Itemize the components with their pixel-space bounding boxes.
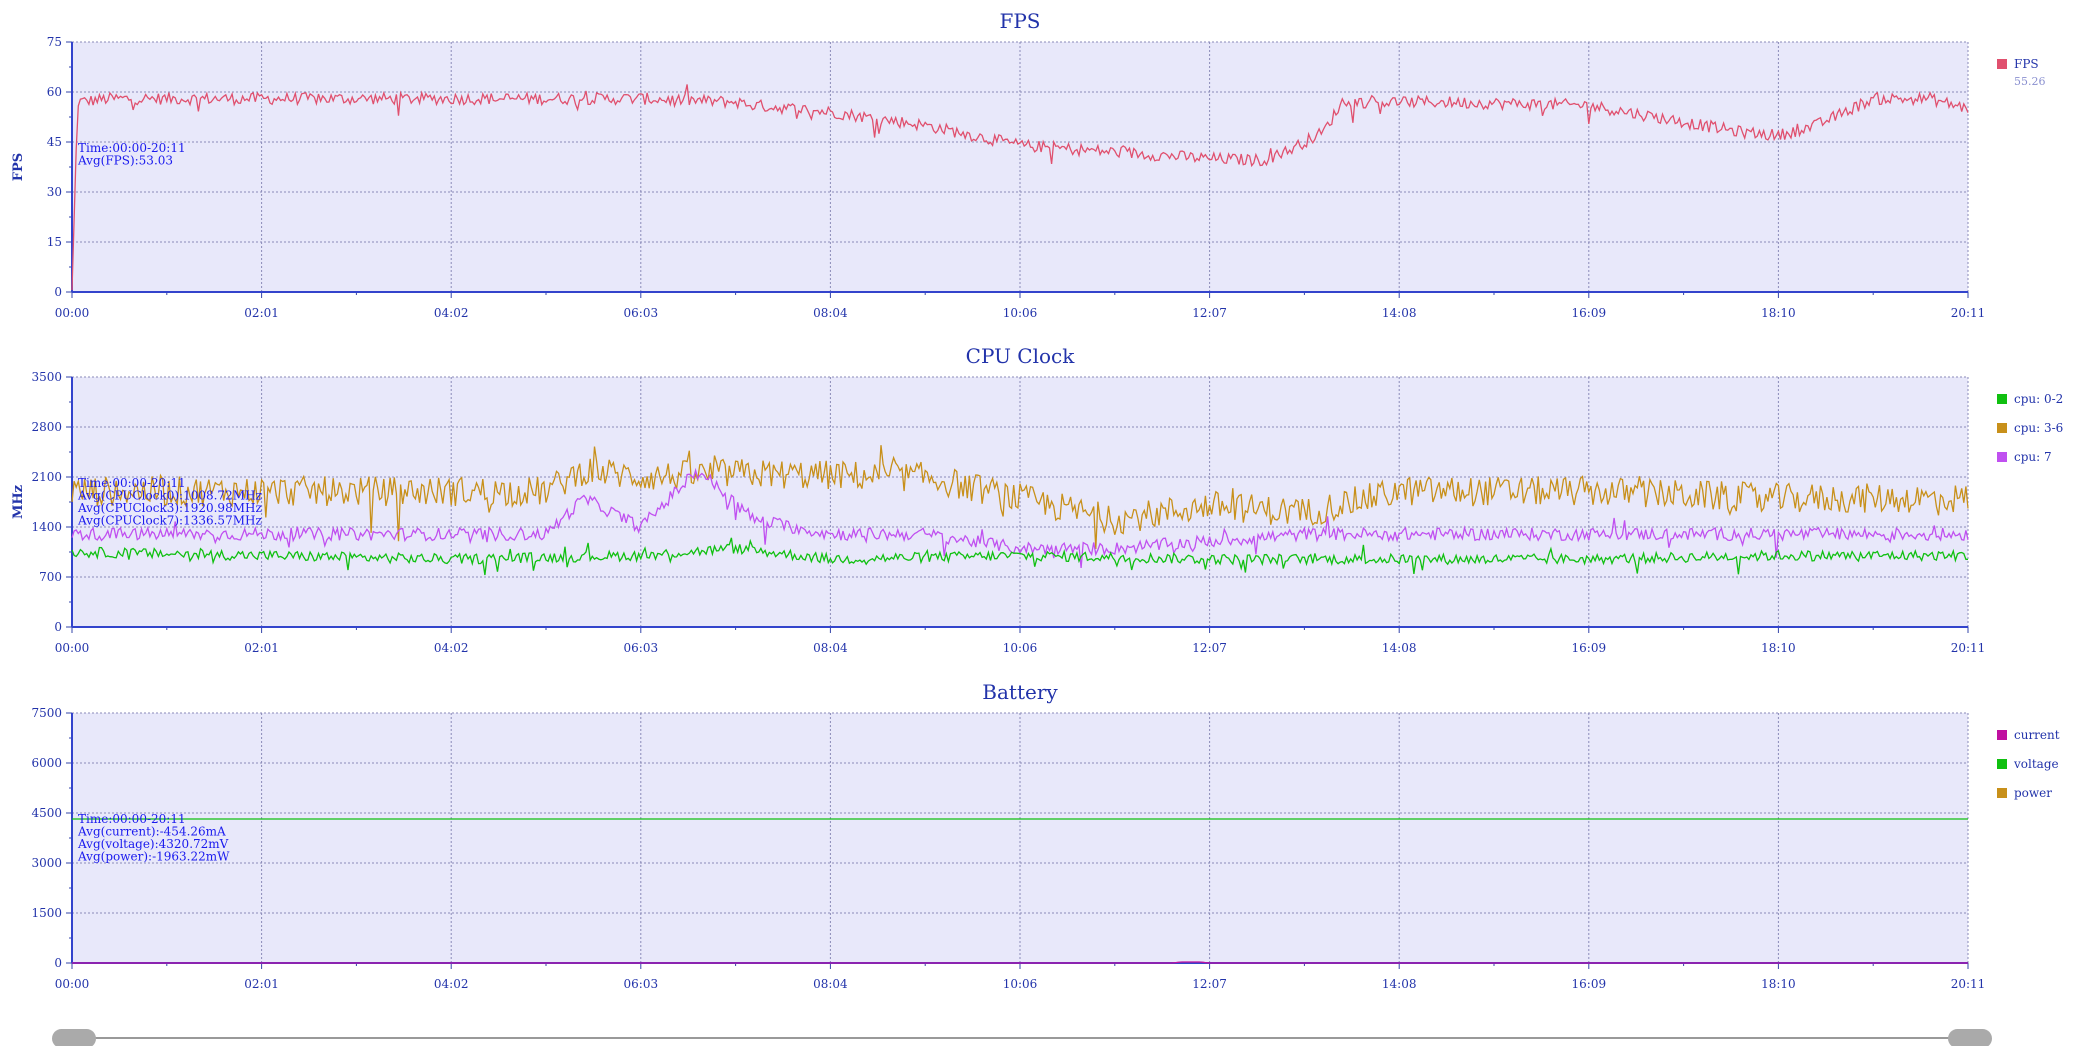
x-tick-label: 12:07	[1192, 977, 1227, 991]
legend-label[interactable]: current	[2014, 728, 2060, 742]
y-axis-label: FPS	[11, 153, 26, 181]
range-slider[interactable]	[52, 1029, 1992, 1046]
x-tick-label: 02:01	[244, 977, 279, 991]
x-tick-label: 12:07	[1192, 641, 1227, 655]
x-tick-label: 12:07	[1192, 306, 1227, 320]
legend-swatch[interactable]	[1997, 452, 2007, 462]
x-tick-label: 00:00	[55, 977, 90, 991]
x-tick-label: 00:00	[55, 641, 90, 655]
chart-3: Battery 0 1500 3000 4500 6000 7500 00:00 02:01 04…	[31, 680, 2059, 991]
legend-swatch[interactable]	[1997, 730, 2007, 740]
dashboard-charts: FPS 0 15 30 45 60 75 00:00 02:01 04:02 06:03 08:04 1…	[11, 9, 2063, 1046]
x-tick-label: 00:00	[55, 306, 90, 320]
legend-swatch[interactable]	[1997, 423, 2007, 433]
x-tick-label: 02:01	[244, 641, 279, 655]
x-tick-label: 06:03	[624, 977, 659, 991]
x-tick-label: 04:02	[434, 306, 469, 320]
legend-swatch[interactable]	[1997, 759, 2007, 769]
drag-handle-end[interactable]	[1948, 1029, 1992, 1046]
x-tick-label: 10:06	[1003, 977, 1038, 991]
stats-line: Avg(FPS):53.03	[77, 154, 173, 168]
x-tick-label: 10:06	[1003, 306, 1038, 320]
x-tick-label: 14:08	[1382, 641, 1417, 655]
y-tick-label: 1500	[31, 906, 62, 920]
legend-label[interactable]: power	[2014, 786, 2052, 800]
legend-label[interactable]: cpu: 3-6	[2014, 421, 2063, 435]
x-tick-label: 10:06	[1003, 641, 1038, 655]
y-tick-label: 1400	[31, 520, 62, 534]
y-tick-label: 75	[47, 35, 62, 49]
legend-label[interactable]: FPS	[2014, 57, 2039, 71]
x-tick-label: 06:03	[624, 306, 659, 320]
y-axis-label: MHz	[11, 485, 26, 519]
stats-line: Avg(CPUClock7):1336.57MHz	[77, 514, 262, 528]
chart-2: CPU Clock 0 700 1400 2100 2800 3500 00:00 02:01 0…	[11, 344, 2063, 655]
legend-swatch[interactable]	[1997, 394, 2007, 404]
y-tick-label: 0	[54, 956, 62, 970]
y-tick-label: 4500	[31, 806, 62, 820]
legend-label[interactable]: cpu: 7	[2014, 450, 2052, 464]
x-tick-label: 16:09	[1572, 306, 1607, 320]
y-tick-label: 2100	[31, 470, 62, 484]
x-tick-label: 18:10	[1761, 977, 1796, 991]
chart-title: FPS	[999, 9, 1040, 33]
x-tick-label: 02:01	[244, 306, 279, 320]
x-tick-label: 08:04	[813, 641, 848, 655]
legend-label[interactable]: cpu: 0-2	[2014, 392, 2063, 406]
y-tick-label: 700	[39, 570, 62, 584]
x-tick-label: 04:02	[434, 641, 469, 655]
legend-label[interactable]: voltage	[2013, 757, 2059, 771]
x-tick-label: 20:11	[1951, 641, 1986, 655]
x-tick-label: 14:08	[1382, 306, 1417, 320]
chart-title: CPU Clock	[966, 344, 1076, 368]
y-tick-label: 60	[47, 85, 62, 99]
y-tick-label: 3000	[31, 856, 62, 870]
y-tick-label: 0	[54, 620, 62, 634]
y-tick-label: 45	[47, 135, 62, 149]
y-tick-label: 30	[47, 185, 62, 199]
drag-handle-start[interactable]	[52, 1029, 96, 1046]
y-tick-label: 7500	[31, 706, 62, 720]
legend-swatch[interactable]	[1997, 788, 2007, 798]
x-tick-label: 18:10	[1761, 641, 1796, 655]
x-tick-label: 16:09	[1572, 977, 1607, 991]
x-tick-label: 18:10	[1761, 306, 1796, 320]
y-tick-label: 6000	[31, 756, 62, 770]
x-tick-label: 20:11	[1951, 977, 1986, 991]
x-tick-label: 16:09	[1572, 641, 1607, 655]
stats-line: Avg(power):-1963.22mW	[77, 850, 230, 864]
y-tick-label: 15	[47, 235, 62, 249]
x-tick-label: 06:03	[624, 641, 659, 655]
x-tick-label: 08:04	[813, 306, 848, 320]
x-tick-label: 04:02	[434, 977, 469, 991]
y-tick-label: 2800	[31, 420, 62, 434]
y-tick-label: 0	[54, 285, 62, 299]
chart-title: Battery	[982, 680, 1058, 704]
x-tick-label: 08:04	[813, 977, 848, 991]
x-tick-label: 20:11	[1951, 306, 1986, 320]
y-tick-label: 3500	[31, 370, 62, 384]
chart-1: FPS 0 15 30 45 60 75 00:00 02:01 04:02 06:03 08:04 1…	[11, 9, 2046, 320]
legend-swatch[interactable]	[1997, 59, 2007, 69]
legend-value: 55.26	[2014, 75, 2046, 88]
x-tick-label: 14:08	[1382, 977, 1417, 991]
